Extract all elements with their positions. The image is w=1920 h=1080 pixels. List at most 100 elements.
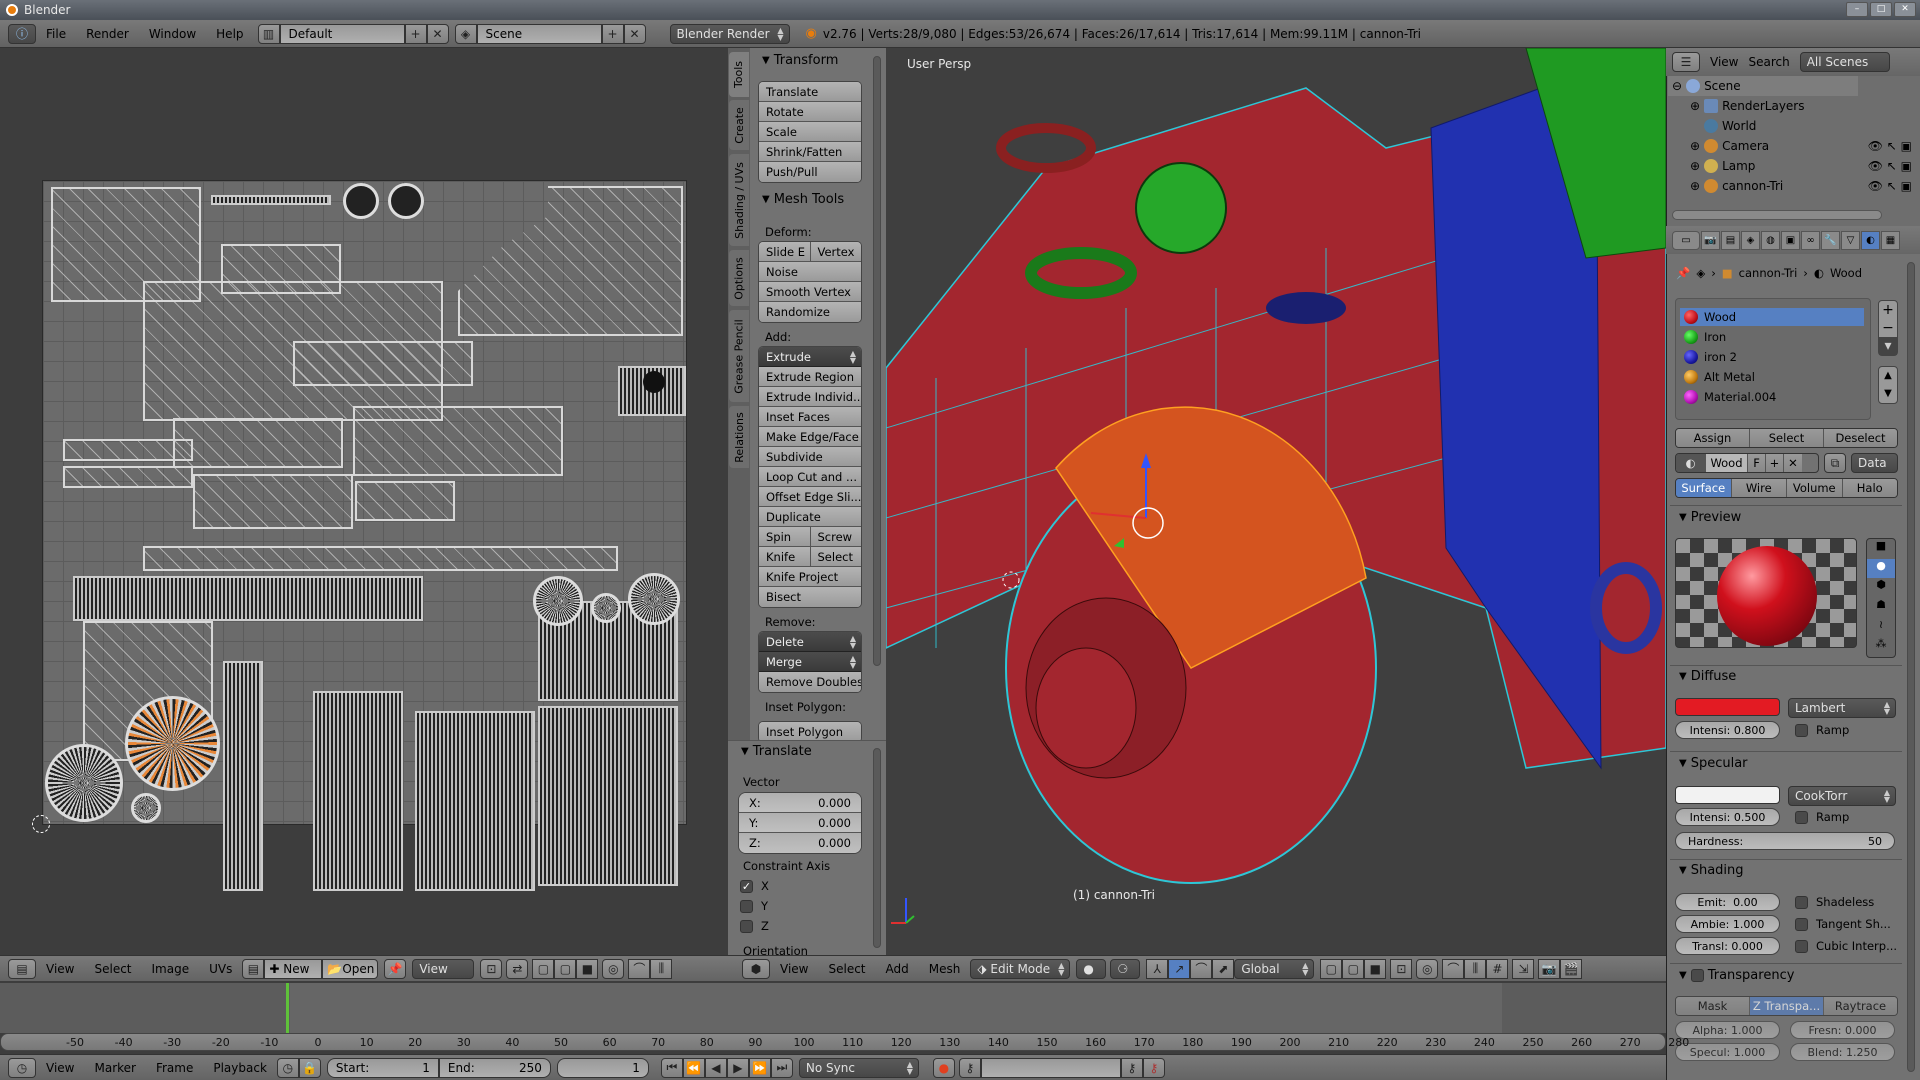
play-icon[interactable]: ▶ xyxy=(726,1057,749,1078)
outliner-display-mode-dropdown[interactable]: All Scenes xyxy=(1799,52,1890,72)
smooth-vertex-button[interactable]: Smooth Vertex xyxy=(759,282,861,302)
data-tab-icon[interactable]: ▽ xyxy=(1841,230,1860,250)
emit-field[interactable]: Emit: 0.00 xyxy=(1675,893,1780,911)
tab-options[interactable]: Options xyxy=(729,250,749,306)
tab-create[interactable]: Create xyxy=(729,100,749,150)
tab-tools[interactable]: Tools xyxy=(729,52,749,97)
diffuse-panel-header[interactable]: ▼ Diffuse xyxy=(1679,669,1736,684)
fake-user-button[interactable]: F xyxy=(1748,454,1766,472)
operator-scrollbar[interactable] xyxy=(873,748,881,948)
tangent-shading-checkbox[interactable]: Tangent Sh... xyxy=(1795,917,1891,931)
hardness-field[interactable]: Hardness: 50 xyxy=(1675,832,1895,850)
ambient-field[interactable]: Ambie: 1.000 xyxy=(1675,915,1780,933)
keying-set-icon[interactable]: ⚷ xyxy=(958,1057,981,1078)
timeline-menu-playback[interactable]: Playback xyxy=(203,1061,277,1075)
material-slot-wood[interactable]: Wood xyxy=(1680,308,1864,326)
tab-shading-uvs[interactable]: Shading / UVs xyxy=(729,154,749,246)
delete-keyframe-icon[interactable]: ⚷ xyxy=(1142,1057,1165,1078)
diffuse-intensity-field[interactable]: Intensi: 0.800 xyxy=(1675,721,1780,739)
proportional-edit-icon[interactable]: ◎ xyxy=(602,958,625,979)
insert-keyframe-icon[interactable]: ⚷ xyxy=(1120,1057,1143,1078)
screen-layout-field[interactable]: Default xyxy=(279,23,405,44)
properties-scrollbar[interactable] xyxy=(1907,262,1915,1072)
fresnel-field[interactable]: Fresn: 0.000 xyxy=(1790,1021,1895,1039)
preview-cube-icon[interactable]: ⬢ xyxy=(1867,578,1895,598)
z-field[interactable]: Z: 0.000 xyxy=(739,833,861,853)
material-tab-icon[interactable]: ◐ xyxy=(1861,230,1880,250)
material-slot-iron[interactable]: Iron xyxy=(1680,328,1864,346)
vp-menu-view[interactable]: View xyxy=(770,962,818,976)
link-dropdown[interactable]: Data xyxy=(1851,453,1898,473)
transparency-panel-header[interactable]: ▼ Transparency xyxy=(1679,968,1794,983)
uv-layout-canvas[interactable] xyxy=(42,180,687,891)
remove-doubles-button[interactable]: Remove Doubles xyxy=(759,672,861,692)
uv-menu-select[interactable]: Select xyxy=(84,962,141,976)
current-frame-field[interactable]: 1 xyxy=(556,1057,649,1078)
constraint-x-checkbox[interactable]: ✓ X xyxy=(740,879,769,893)
assign-button[interactable]: Assign xyxy=(1676,429,1750,447)
specular-color-swatch[interactable] xyxy=(1675,786,1780,804)
type-tab-halo[interactable]: Halo xyxy=(1842,479,1897,497)
extrude-region-button[interactable]: Extrude Region xyxy=(759,367,861,387)
cubic-interpolation-checkbox[interactable]: Cubic Interp... xyxy=(1795,939,1897,953)
uv-view-mode-dropdown[interactable]: View xyxy=(412,958,475,979)
preview-sphere-icon[interactable]: ● xyxy=(1867,558,1895,579)
knife-select-button[interactable]: Select xyxy=(810,547,861,567)
translate-operator-header[interactable]: ▼ Translate xyxy=(741,744,812,759)
pivot-point-icon[interactable]: ⚆ xyxy=(1110,958,1141,979)
world-tab-icon[interactable]: ◍ xyxy=(1761,230,1780,250)
play-reverse-icon[interactable]: ◀ xyxy=(704,1057,727,1078)
inset-polygon-button[interactable]: Inset Polygon xyxy=(759,722,861,742)
inset-faces-button[interactable]: Inset Faces xyxy=(759,407,861,427)
3d-viewport[interactable] xyxy=(886,48,1666,955)
timeline-menu-marker[interactable]: Marker xyxy=(84,1061,145,1075)
translate-button[interactable]: Translate xyxy=(759,82,861,102)
shrink-fatten-button[interactable]: Shrink/Fatten xyxy=(759,142,861,162)
snap-icon[interactable]: ⌒ xyxy=(628,958,651,979)
tool-shelf-scrollbar[interactable] xyxy=(873,56,881,666)
pivot-icon[interactable]: ⊡ xyxy=(480,958,503,979)
node-material-icon[interactable]: ⧉ xyxy=(1824,453,1846,473)
material-name-field[interactable]: Wood xyxy=(1706,454,1748,472)
slot-move-buttons[interactable]: ▲ ▼ xyxy=(1878,366,1898,404)
slot-add-remove-buttons[interactable]: + − ▾ xyxy=(1878,300,1898,356)
material-slot-material-004[interactable]: Material.004 xyxy=(1680,388,1864,406)
keying-set-field[interactable] xyxy=(980,1057,1121,1078)
timeline-menu-view[interactable]: View xyxy=(36,1061,84,1075)
extrude-dropdown[interactable]: Extrude ▲ ▼ xyxy=(759,347,861,367)
snap-grid-icon[interactable]: # xyxy=(1486,958,1509,979)
preview-hair-icon[interactable]: ≀ xyxy=(1867,618,1895,638)
render-layers-tab-icon[interactable]: ▤ xyxy=(1721,230,1740,250)
push-pull-button[interactable]: Push/Pull xyxy=(759,162,861,182)
menu-render[interactable]: Render xyxy=(76,27,139,41)
outliner-item-scene[interactable]: ⊖ Scene xyxy=(1668,76,1858,96)
close-window-button[interactable]: ✕ xyxy=(1894,2,1916,17)
outliner-item-world[interactable]: World xyxy=(1668,116,1918,136)
rotate-button[interactable]: Rotate xyxy=(759,102,861,122)
specular-shader-dropdown[interactable]: CookTorr ▲ ▼ xyxy=(1788,786,1896,806)
material-slot-alt-metal[interactable]: Alt Metal xyxy=(1680,368,1864,386)
interaction-mode-dropdown[interactable]: ⬗ Edit Mode ▲ ▼ xyxy=(970,958,1071,979)
new-material-icon[interactable]: + xyxy=(1766,454,1784,472)
proportional-edit-mode-icon[interactable]: ◎ xyxy=(1416,958,1439,979)
sync-mode-dropdown[interactable]: No Sync ▲ ▼ xyxy=(798,1057,919,1078)
layer-icon[interactable]: ⇲ xyxy=(1512,958,1535,979)
randomize-button[interactable]: Randomize xyxy=(759,302,861,322)
specular-ramp-checkbox[interactable]: Ramp xyxy=(1795,810,1849,824)
extrude-individual-button[interactable]: Extrude Individ... xyxy=(759,387,861,407)
remove-scene-icon[interactable]: ✕ xyxy=(623,23,646,44)
x-field[interactable]: X: 0.000 xyxy=(739,793,861,813)
preview-monkey-icon[interactable]: ☗ xyxy=(1867,598,1895,618)
timeline-ruler[interactable]: -50 -40 -30 -20 -10 0 10 20 30 40 50 60 70 80 90 100 110… xyxy=(0,1033,1689,1051)
preview-sphere-world-icon[interactable]: ⁂ xyxy=(1867,637,1895,657)
mesh-tools-panel-header[interactable]: ▼ Mesh Tools xyxy=(762,192,844,207)
record-keyframe-icon[interactable]: ● xyxy=(932,1057,955,1078)
merge-dropdown[interactable]: Merge ▲ ▼ xyxy=(759,652,861,672)
scene-field[interactable]: Scene xyxy=(476,23,602,44)
make-edge-face-button[interactable]: Make Edge/Face xyxy=(759,427,861,447)
translucency-field[interactable]: Transl: 0.000 xyxy=(1675,937,1780,955)
vertex-select-icon[interactable]: ▢ xyxy=(532,958,555,979)
constraint-y-checkbox[interactable]: Y xyxy=(740,899,768,913)
add-scene-icon[interactable]: + xyxy=(601,23,624,44)
minimize-button[interactable]: – xyxy=(1846,2,1868,17)
